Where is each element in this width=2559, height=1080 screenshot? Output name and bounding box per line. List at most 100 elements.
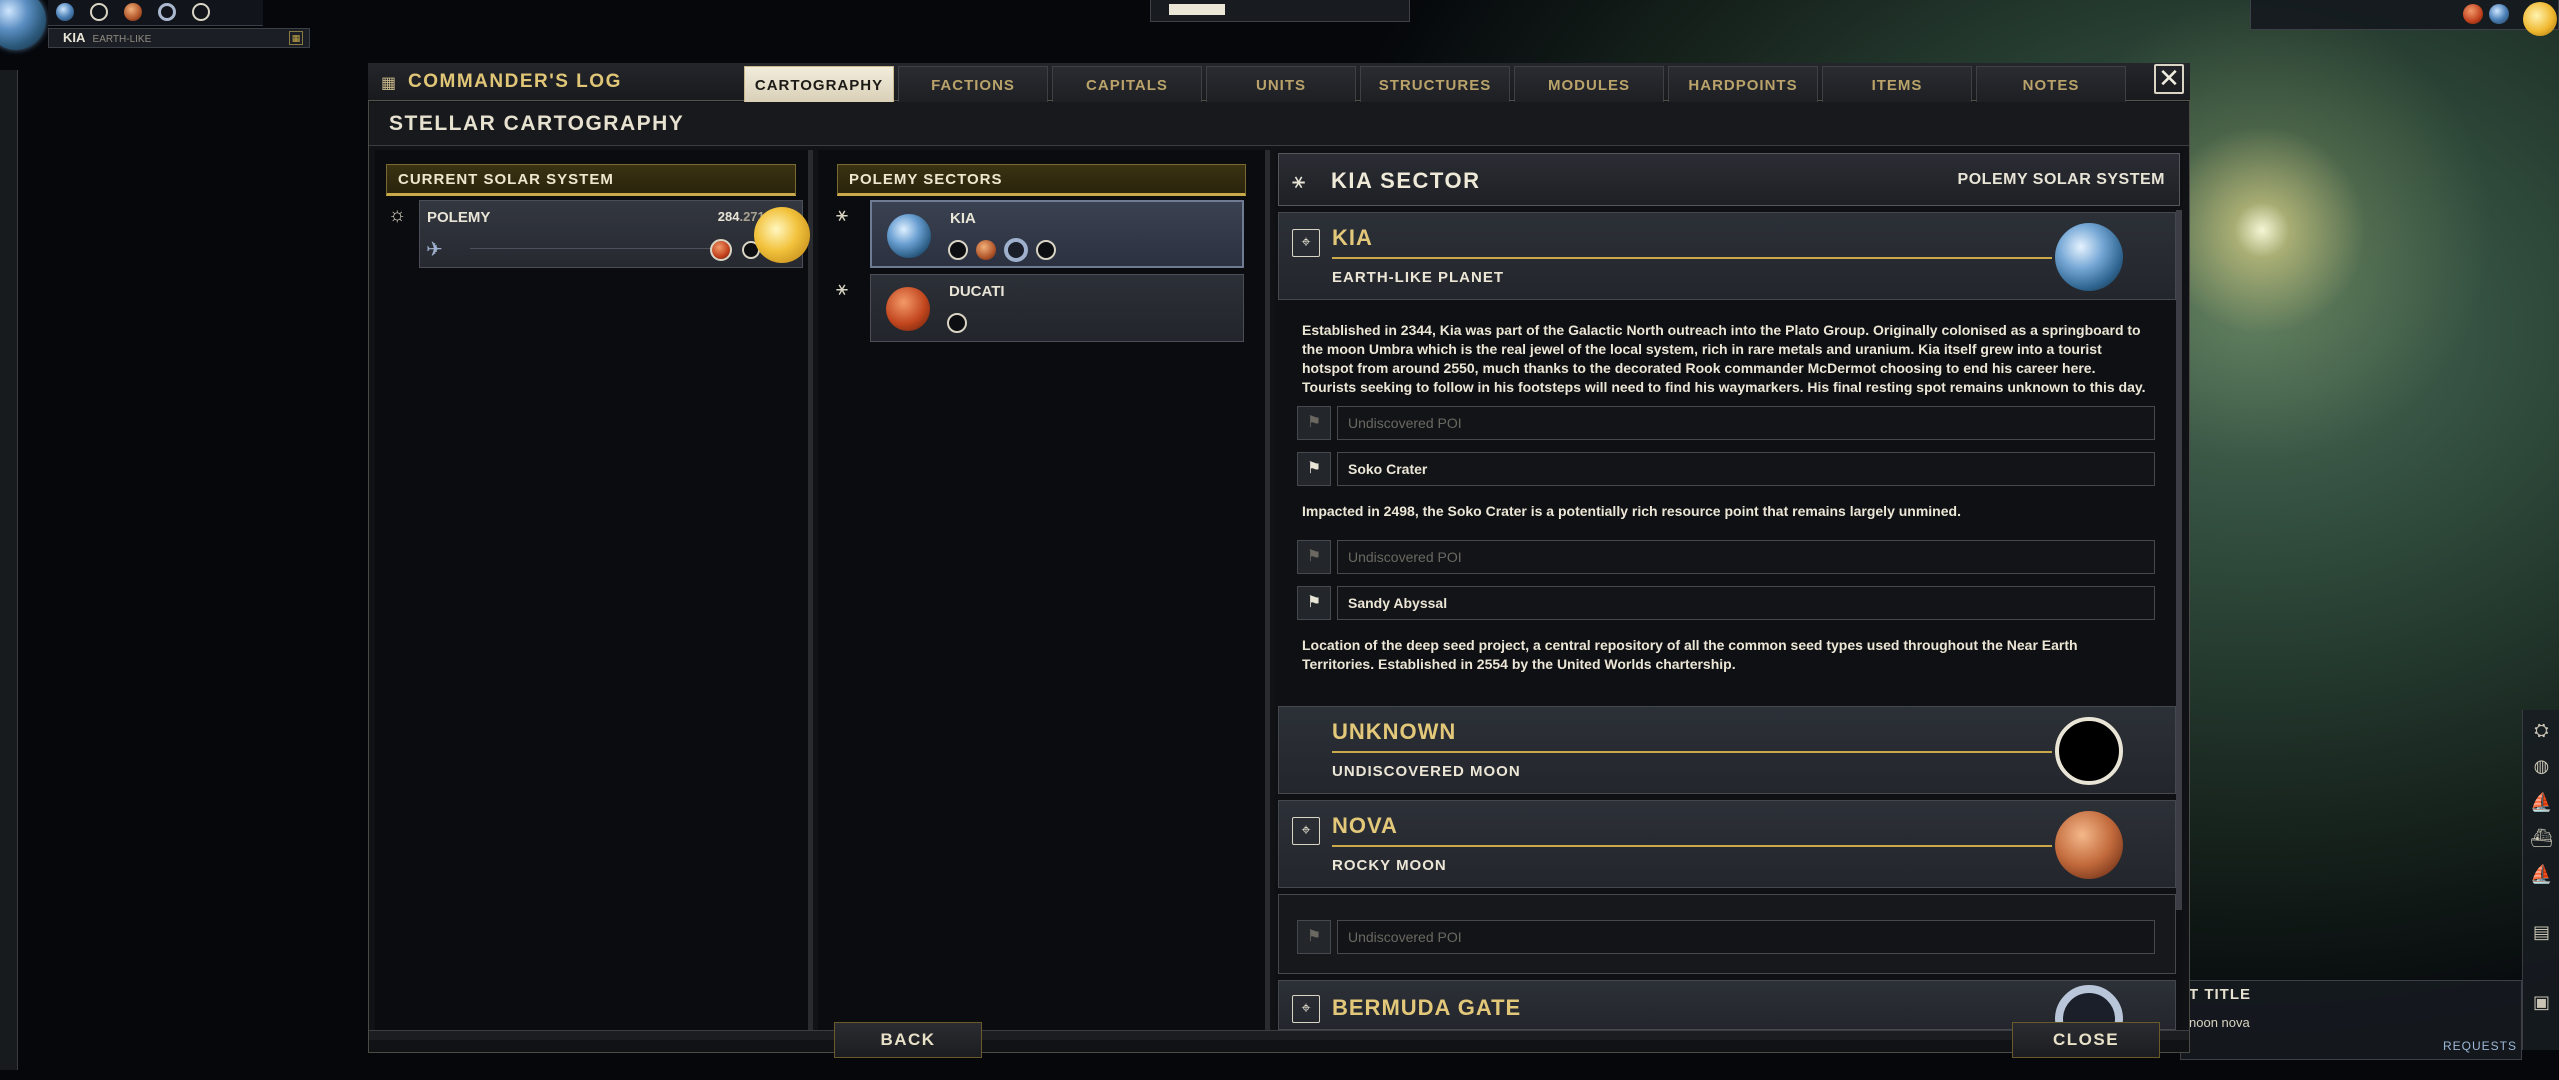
sector-name: DUCATI — [949, 283, 1005, 300]
mission-title: T TITLE — [2189, 986, 2251, 1003]
grid-icon[interactable]: ▦ — [289, 31, 303, 45]
sector-network-icon: ⚹ — [1292, 168, 1306, 193]
sector-network-icon: ⚹ — [836, 278, 848, 300]
current-planet-icon[interactable] — [0, 0, 46, 50]
earth-planet-icon[interactable] — [2489, 4, 2509, 24]
sun-outline-icon: ☼ — [388, 204, 407, 226]
empty-moon-icon[interactable] — [1036, 240, 1056, 260]
mission-widget[interactable]: T TITLE noon nova REQUESTS — [2180, 980, 2522, 1060]
body-card-unknown[interactable]: UNKNOWN UNDISCOVERED MOON — [1278, 706, 2176, 794]
unknown-moon-icon — [2055, 717, 2123, 785]
orbit-line — [470, 248, 712, 249]
requests-icon[interactable]: ▣ — [2529, 990, 2554, 1015]
poi-description: Location of the deep seed project, a cen… — [1302, 637, 2078, 672]
mars-planet-icon — [886, 287, 930, 331]
hud-body-strip — [48, 0, 263, 26]
empty-moon-icon[interactable] — [192, 3, 210, 21]
sector-detail-header: ⚹ KIA SECTOR POLEMY SOLAR SYSTEM — [1278, 153, 2180, 206]
flag-icon: ⚑ — [1297, 586, 1331, 620]
poi-label: Undiscovered POI — [1337, 406, 2155, 440]
close-button[interactable]: CLOSE — [2012, 1022, 2160, 1058]
tab-factions[interactable]: FACTIONS — [898, 66, 1048, 102]
flag-icon: ⚑ — [1297, 406, 1331, 440]
rocky-moon-icon[interactable] — [124, 3, 142, 21]
mars-planet-icon[interactable] — [710, 239, 732, 261]
body-divider — [1332, 751, 2052, 753]
poi-label: Sandy Abyssal — [1337, 586, 2155, 620]
body-description: Established in 2344, Kia was part of the… — [1302, 322, 2146, 395]
poi-description: Impacted in 2498, the Soko Crater is a p… — [1302, 503, 1961, 519]
poi-label: Soko Crater — [1337, 452, 2155, 486]
tab-notes[interactable]: NOTES — [1976, 66, 2126, 102]
gate-icon[interactable] — [158, 3, 176, 21]
fleet-icon[interactable]: ⛵ — [2529, 862, 2554, 887]
rocky-moon-icon — [2055, 811, 2123, 879]
top-right-widget — [2250, 0, 2559, 36]
poi-row[interactable]: ⚑ Soko Crater — [1297, 452, 2155, 486]
current-system-header: CURRENT SOLAR SYSTEM — [386, 164, 796, 196]
body-type: EARTH-LIKE PLANET — [1332, 269, 1504, 286]
sun-icon[interactable] — [2523, 2, 2557, 36]
mars-planet-icon[interactable] — [2463, 4, 2483, 24]
body-type: ROCKY MOON — [1332, 857, 1447, 874]
window-title: COMMANDER'S LOG — [408, 71, 622, 92]
earth-planet-icon — [887, 214, 931, 258]
sector-system-name: POLEMY SOLAR SYSTEM — [1957, 171, 2165, 188]
earth-planet-icon — [2055, 223, 2123, 291]
left-edge-panel — [0, 70, 18, 1070]
poi-row[interactable]: ⚑ Undiscovered POI — [1297, 540, 2155, 574]
body-card-kia[interactable]: ⌖ KIA EARTH-LIKE PLANET — [1278, 212, 2176, 300]
tab-hardpoints[interactable]: HARDPOINTS — [1668, 66, 1818, 102]
poi-row[interactable]: ⚑ Undiscovered POI — [1297, 920, 2155, 954]
system-value-int: 284 — [717, 209, 740, 224]
body-name: BERMUDA GATE — [1332, 995, 1522, 1020]
earth-planet-icon[interactable] — [56, 3, 74, 21]
empty-moon-icon[interactable] — [90, 3, 108, 21]
gate-icon[interactable] — [1004, 238, 1028, 262]
flag-icon: ⚑ — [1297, 920, 1331, 954]
rocky-moon-icon[interactable] — [976, 240, 996, 260]
sun-icon — [754, 207, 810, 263]
body-name: UNKNOWN — [1332, 719, 1457, 744]
ringed-planet-icon[interactable]: ◍ — [2529, 754, 2554, 779]
body-divider — [1332, 845, 2052, 847]
ship-icon[interactable]: ⛵ — [2529, 790, 2554, 815]
close-window-button[interactable]: ✕ — [2154, 64, 2184, 94]
window-footer — [369, 1030, 2189, 1040]
tab-items[interactable]: ITEMS — [1822, 66, 1972, 102]
hud-planet-label[interactable]: KIA EARTH-LIKE ▦ — [48, 28, 310, 48]
sector-title: KIA SECTOR — [1331, 168, 1481, 193]
section-header: STELLAR CARTOGRAPHY — [369, 102, 2189, 146]
tab-units[interactable]: UNITS — [1206, 66, 1356, 102]
solar-system-row[interactable]: POLEMY 284.2713 ✈ — [419, 200, 810, 268]
poi-label: Undiscovered POI — [1337, 920, 2155, 954]
back-button[interactable]: BACK — [834, 1022, 982, 1058]
location-pin-icon[interactable]: ⌖ — [1292, 995, 1320, 1023]
empty-moon-icon[interactable] — [948, 240, 968, 260]
right-dock: ⛭ ◍ ⛵ ⛴ ⛵ ▤ ▣ — [2522, 710, 2559, 1050]
flag-icon: ⚑ — [1297, 540, 1331, 574]
station-icon[interactable]: ⛭ — [2529, 718, 2554, 743]
requests-link[interactable]: REQUESTS — [2443, 1039, 2517, 1053]
sector-name: KIA — [950, 210, 976, 227]
tab-structures[interactable]: STRUCTURES — [1360, 66, 1510, 102]
flag-icon: ⚑ — [1297, 452, 1331, 486]
body-name: NOVA — [1332, 813, 1398, 838]
tab-capitals[interactable]: CAPITALS — [1052, 66, 1202, 102]
carrier-icon[interactable]: ⛴ — [2529, 826, 2554, 851]
system-name: POLEMY — [427, 209, 491, 226]
empty-moon-icon[interactable] — [947, 313, 967, 333]
location-pin-icon[interactable]: ⌖ — [1292, 229, 1320, 257]
sector-row-kia[interactable]: KIA — [870, 200, 1244, 268]
log-book-icon[interactable]: ▤ — [2529, 920, 2554, 945]
poi-row[interactable]: ⚑ Undiscovered POI — [1297, 406, 2155, 440]
tab-modules[interactable]: MODULES — [1514, 66, 1664, 102]
tab-cartography[interactable]: CARTOGRAPHY — [744, 66, 894, 103]
poi-row[interactable]: ⚑ Sandy Abyssal — [1297, 586, 2155, 620]
body-type: UNDISCOVERED MOON — [1332, 763, 1521, 780]
body-card-nova[interactable]: ⌖ NOVA ROCKY MOON — [1278, 800, 2176, 888]
detail-scrollbar[interactable] — [2176, 210, 2182, 910]
location-pin-icon[interactable]: ⌖ — [1292, 817, 1320, 845]
hud-planet-type: EARTH-LIKE — [92, 34, 152, 45]
sector-row-ducati[interactable]: DUCATI — [870, 274, 1244, 342]
